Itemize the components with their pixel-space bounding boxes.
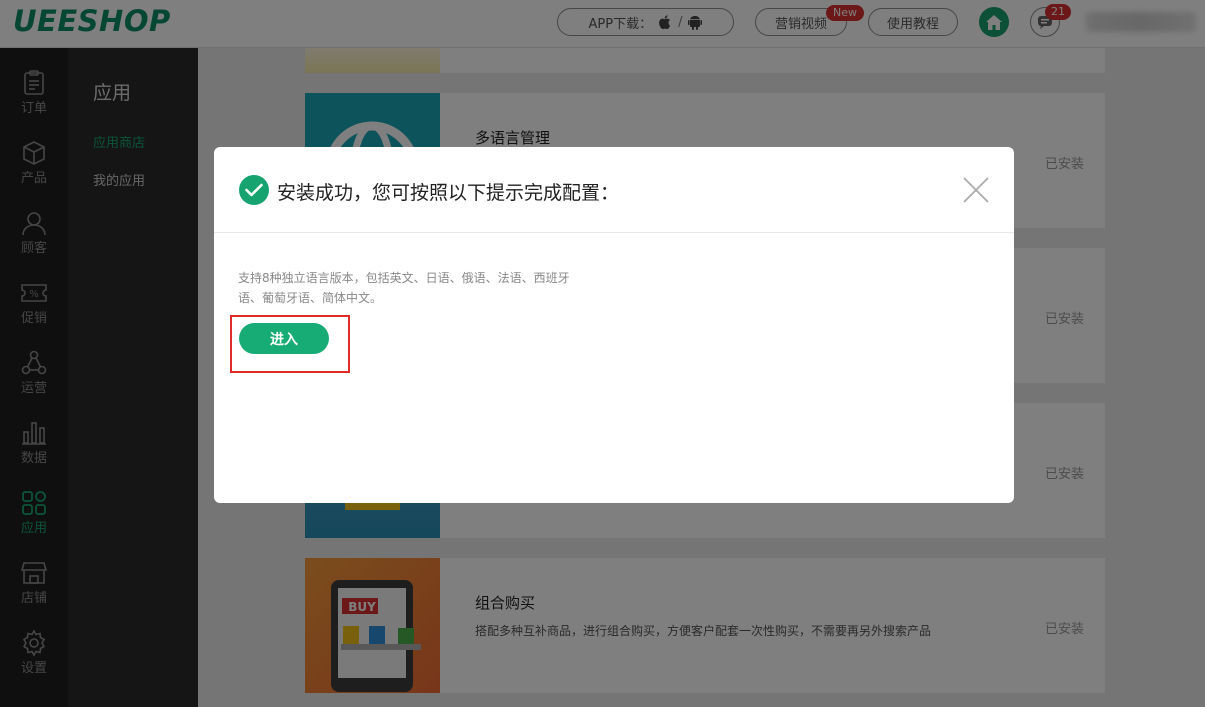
enter-button[interactable]: 进入 [239,323,329,354]
modal-header: 安装成功，您可按照以下提示完成配置： [214,147,1014,233]
success-check-icon [239,175,269,205]
close-icon[interactable] [961,175,991,205]
modal-title: 安装成功，您可按照以下提示完成配置： [277,182,620,204]
install-success-modal: 安装成功，您可按照以下提示完成配置： 支持8种独立语言版本，包括英文、日语、俄语… [214,147,1014,503]
modal-description: 支持8种独立语言版本，包括英文、日语、俄语、法语、西班牙语、葡萄牙语、简体中文。 [238,271,570,305]
